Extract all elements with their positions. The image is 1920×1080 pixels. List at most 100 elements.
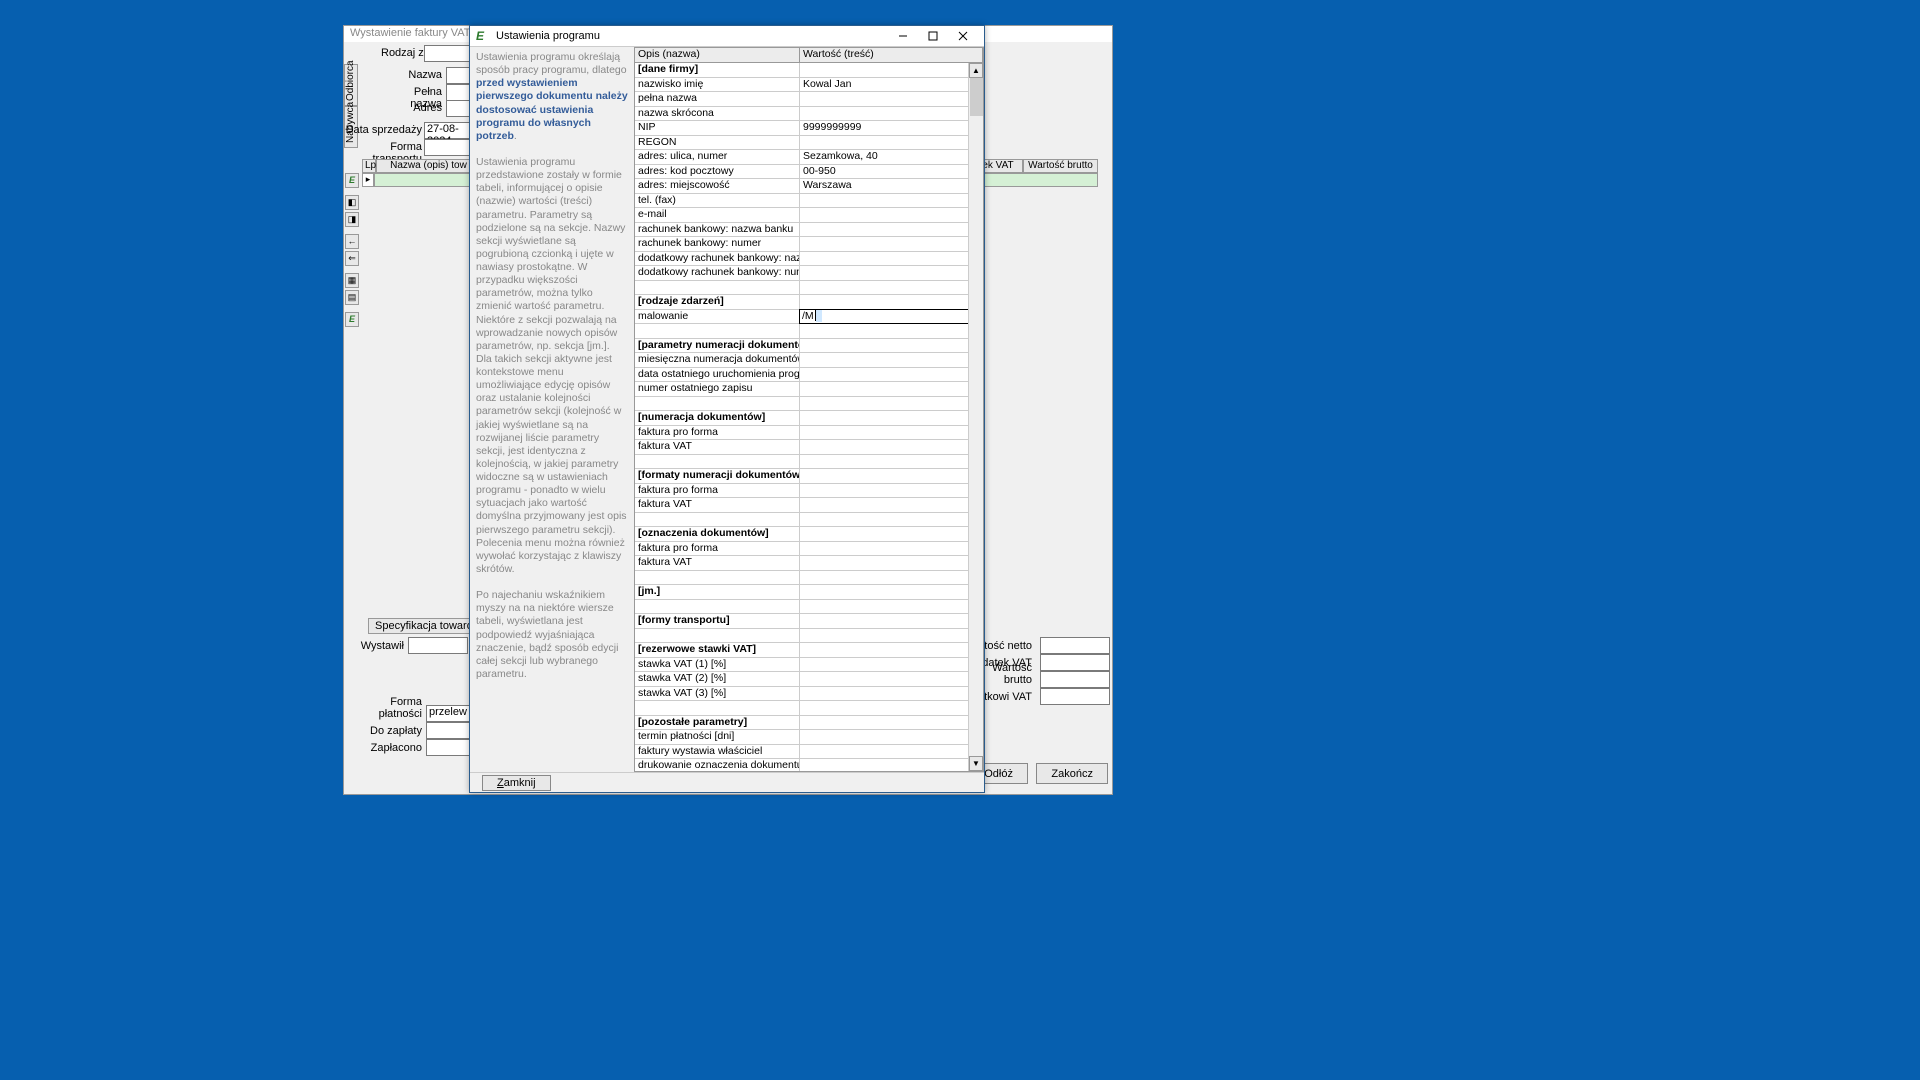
cell-wartosc[interactable] — [800, 382, 968, 396]
table-row[interactable]: NIP9999999999 — [635, 121, 968, 136]
table-row[interactable]: stawka VAT (1) [%] — [635, 658, 968, 673]
scroll-down-button[interactable]: ▼ — [969, 756, 983, 771]
cell-wartosc[interactable] — [800, 411, 968, 425]
cell-wartosc[interactable] — [800, 571, 968, 585]
table-row[interactable]: [rodzaje zdarzeń] — [635, 295, 968, 310]
tool-btn-5[interactable]: ▦ — [345, 273, 359, 288]
table-row[interactable]: adres: kod pocztowy00-950 — [635, 165, 968, 180]
table-row[interactable]: rachunek bankowy: numer — [635, 237, 968, 252]
cell-wartosc[interactable] — [800, 295, 968, 309]
table-row[interactable] — [635, 701, 968, 716]
cell-wartosc[interactable] — [800, 585, 968, 599]
cell-wartosc[interactable]: /M — [800, 310, 968, 324]
tool-e-icon[interactable]: E — [345, 173, 359, 188]
table-row[interactable]: miesięczna numeracja dokumentów — [635, 353, 968, 368]
tool-btn-3[interactable]: ← — [345, 234, 359, 249]
table-row[interactable]: nazwa skrócona — [635, 107, 968, 122]
cell-wartosc[interactable] — [800, 716, 968, 730]
cell-wartosc[interactable] — [800, 339, 968, 353]
table-row[interactable] — [635, 324, 968, 339]
cell-wartosc[interactable] — [800, 614, 968, 628]
tool-e2-icon[interactable]: E — [345, 312, 359, 327]
cell-wartosc[interactable] — [800, 223, 968, 237]
scrollbar[interactable]: ▲ ▼ — [968, 63, 983, 771]
cell-wartosc[interactable] — [800, 484, 968, 498]
cell-wartosc[interactable] — [800, 629, 968, 643]
tool-btn-4[interactable]: ⇐ — [345, 251, 359, 266]
table-row[interactable]: faktura VAT — [635, 556, 968, 571]
tool-btn-1[interactable]: ◧ — [345, 195, 359, 210]
table-row[interactable]: faktura pro forma — [635, 484, 968, 499]
table-row[interactable]: drukowanie oznaczenia dokumentu — [635, 759, 968, 771]
cell-wartosc[interactable] — [800, 368, 968, 382]
cell-wartosc[interactable] — [800, 252, 968, 266]
zaplacono-input[interactable] — [426, 739, 471, 756]
table-row[interactable]: faktura VAT — [635, 440, 968, 455]
tool-btn-6[interactable]: ▤ — [345, 290, 359, 305]
close-button[interactable] — [948, 26, 978, 47]
table-row[interactable]: [pozostałe parametry] — [635, 716, 968, 731]
do-zaplaty-input[interactable] — [426, 722, 471, 739]
cell-wartosc[interactable] — [800, 237, 968, 251]
table-row[interactable]: [dane firmy] — [635, 63, 968, 78]
cell-wartosc[interactable]: Sezamkowa, 40 — [800, 150, 968, 164]
cell-wartosc[interactable] — [800, 324, 968, 338]
table-row[interactable]: [formy transportu] — [635, 614, 968, 629]
cell-wartosc[interactable] — [800, 672, 968, 686]
cell-wartosc[interactable] — [800, 281, 968, 295]
table-row[interactable]: [rezerwowe stawki VAT] — [635, 643, 968, 658]
wystawil-input[interactable] — [408, 637, 468, 654]
forma-platnosci-input[interactable]: przelew — [426, 705, 471, 722]
cell-wartosc[interactable] — [800, 63, 968, 77]
wartosc-netto-input[interactable] — [1040, 637, 1110, 654]
table-row[interactable]: e-mail — [635, 208, 968, 223]
cell-wartosc[interactable] — [800, 701, 968, 715]
table-row[interactable]: numer ostatniego zapisu — [635, 382, 968, 397]
zamknij-button[interactable]: Zamknij — [482, 775, 551, 791]
table-row[interactable]: pełna nazwa — [635, 92, 968, 107]
table-row[interactable]: stawka VAT (3) [%] — [635, 687, 968, 702]
table-row[interactable]: malowanie/M — [635, 310, 968, 325]
table-row[interactable]: REGON — [635, 136, 968, 151]
cell-wartosc[interactable] — [800, 513, 968, 527]
cell-wartosc[interactable] — [800, 498, 968, 512]
table-row[interactable]: adres: ulica, numerSezamkowa, 40 — [635, 150, 968, 165]
cell-wartosc[interactable] — [800, 194, 968, 208]
cell-wartosc[interactable] — [800, 92, 968, 106]
table-row[interactable]: data ostatniego uruchomienia programu — [635, 368, 968, 383]
scroll-up-button[interactable]: ▲ — [969, 63, 983, 78]
cell-wartosc[interactable]: Warszawa — [800, 179, 968, 193]
cell-wartosc[interactable] — [800, 687, 968, 701]
table-row[interactable]: tel. (fax) — [635, 194, 968, 209]
table-row[interactable]: dodatkowy rachunek bankowy: numer — [635, 266, 968, 281]
table-row[interactable] — [635, 455, 968, 470]
minimize-button[interactable] — [888, 26, 918, 47]
zakoncz-button[interactable]: Zakończ — [1036, 763, 1108, 784]
cell-wartosc[interactable] — [800, 600, 968, 614]
table-row[interactable] — [635, 397, 968, 412]
table-row[interactable] — [635, 571, 968, 586]
cell-wartosc[interactable] — [800, 266, 968, 280]
table-row[interactable]: dodatkowy rachunek bankowy: nazwa banku — [635, 252, 968, 267]
tool-btn-2[interactable]: ◨ — [345, 212, 359, 227]
table-row[interactable]: nazwisko imięKowal Jan — [635, 78, 968, 93]
table-row[interactable]: stawka VAT (2) [%] — [635, 672, 968, 687]
tab-odbiorca[interactable]: Odbiorca — [344, 64, 358, 106]
cell-wartosc[interactable] — [800, 455, 968, 469]
cell-wartosc[interactable] — [800, 542, 968, 556]
table-row[interactable]: faktura pro forma — [635, 426, 968, 441]
table-row[interactable]: [oznaczenia dokumentów] — [635, 527, 968, 542]
table-row[interactable] — [635, 629, 968, 644]
cell-wartosc[interactable] — [800, 643, 968, 657]
cell-wartosc[interactable] — [800, 759, 968, 771]
table-row[interactable] — [635, 281, 968, 296]
scroll-thumb[interactable] — [970, 78, 983, 116]
cell-wartosc[interactable] — [800, 208, 968, 222]
table-row[interactable]: faktury wystawia właściciel — [635, 745, 968, 760]
table-row[interactable]: faktura VAT — [635, 498, 968, 513]
maximize-button[interactable] — [918, 26, 948, 47]
table-row[interactable] — [635, 513, 968, 528]
cell-wartosc[interactable] — [800, 353, 968, 367]
table-row[interactable]: [parametry numeracji dokumentów] — [635, 339, 968, 354]
table-row[interactable]: termin płatności [dni] — [635, 730, 968, 745]
